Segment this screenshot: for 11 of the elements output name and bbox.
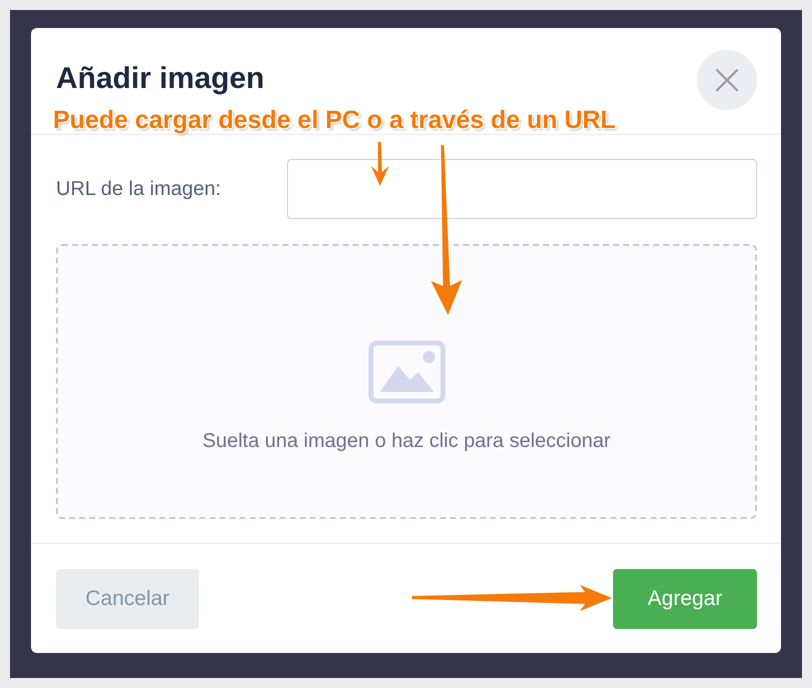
image-icon (368, 340, 446, 404)
annotation-text: Puede cargar desde el PC o a través de un URL (53, 106, 616, 135)
url-input-field[interactable] (287, 159, 757, 219)
arrow (371, 142, 389, 186)
field-label: URL de la imagen: (56, 178, 222, 200)
close-button[interactable]: × (697, 50, 757, 110)
dropzone[interactable]: Suelta una imagen o haz clic para seleccionar (56, 244, 757, 519)
dropzone-text: Suelta una imagen o haz clic para seleccionar (202, 430, 611, 453)
add-button[interactable]: Agregar (613, 568, 757, 628)
cancel-button[interactable]: Cancelar (56, 568, 199, 628)
dialog-title: Añadir imagen (56, 62, 264, 96)
